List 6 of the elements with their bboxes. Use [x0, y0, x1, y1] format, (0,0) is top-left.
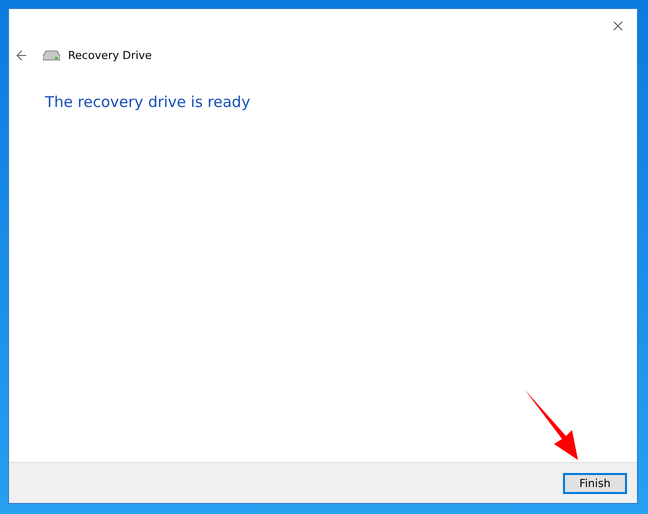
back-button[interactable]	[14, 48, 29, 63]
page-heading: The recovery drive is ready	[45, 93, 252, 111]
pointer-arrow	[524, 389, 580, 461]
window-title: Recovery Drive	[68, 49, 152, 62]
finish-button[interactable]: Finish	[563, 472, 627, 494]
drive-icon	[43, 50, 60, 61]
